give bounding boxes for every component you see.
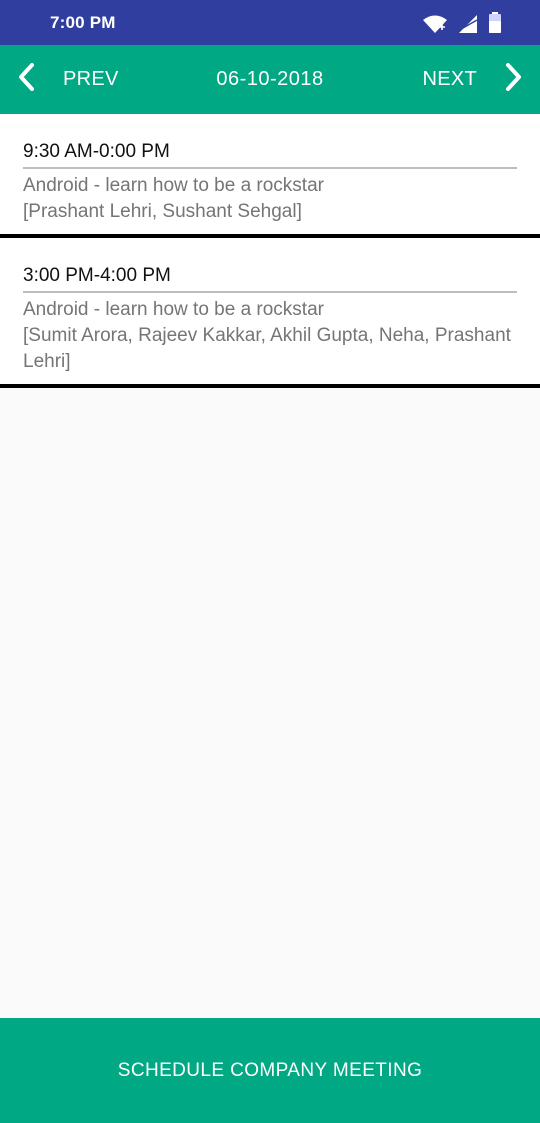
meeting-time: 9:30 AM-0:00 PM [23,140,517,169]
prev-button[interactable]: PREV [0,45,119,114]
date-toolbar: PREV 06-10-2018 NEXT [0,45,540,114]
meeting-attendees: [Sumit Arora, Rajeev Kakkar, Akhil Gupta… [23,325,511,372]
meeting-card[interactable]: 3:00 PM-4:00 PM Android - learn how to b… [0,238,540,388]
next-label: NEXT [422,68,477,90]
status-icons [422,12,502,34]
meeting-attendees: [Prashant Lehri, Sushant Sehgal] [23,201,302,222]
next-button[interactable]: NEXT [422,45,540,114]
schedule-meeting-button[interactable]: SCHEDULE COMPANY MEETING [0,1018,540,1123]
signal-icon [458,14,478,34]
meeting-card[interactable]: 9:30 AM-0:00 PM Android - learn how to b… [0,114,540,238]
chevron-right-icon [505,63,523,96]
meeting-title: Android - learn how to be a rockstar [23,299,324,320]
status-bar: 7:00 PM [0,0,540,45]
meeting-list: 9:30 AM-0:00 PM Android - learn how to b… [0,114,540,388]
status-time: 7:00 PM [50,13,116,32]
meeting-time: 3:00 PM-4:00 PM [23,264,517,293]
wifi-icon [422,14,448,34]
chevron-left-icon [17,63,35,96]
battery-icon [488,12,502,34]
meeting-title: Android - learn how to be a rockstar [23,175,324,196]
prev-label: PREV [63,68,119,90]
